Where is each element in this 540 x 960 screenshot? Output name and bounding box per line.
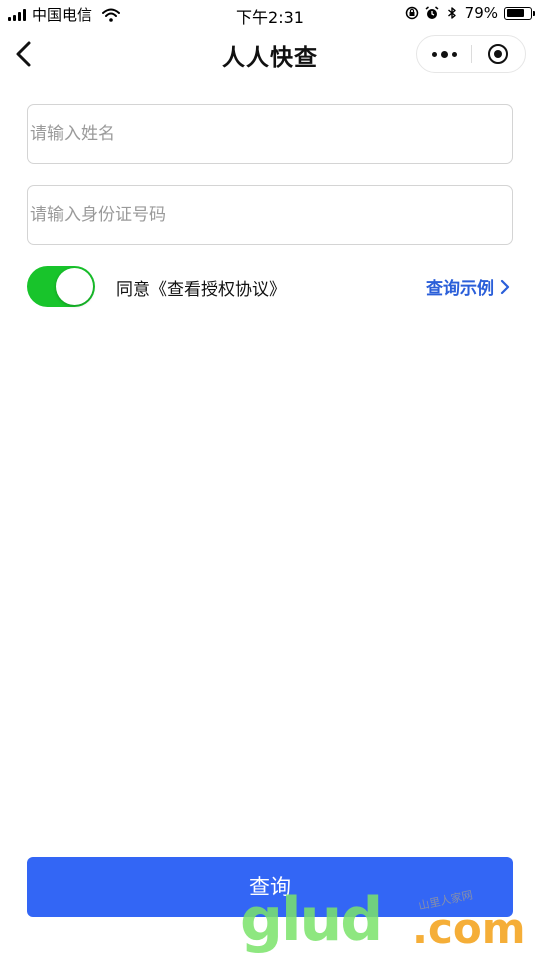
- name-input[interactable]: [27, 104, 513, 164]
- battery-level: [506, 9, 524, 17]
- status-right: 79%: [405, 4, 535, 22]
- bluetooth-icon: [447, 7, 456, 19]
- watermark-logo: glud .com 山里人家网: [240, 885, 530, 956]
- nav-bar: 人人快查: [0, 28, 540, 80]
- mini-program-capsule: [416, 35, 526, 73]
- query-example-link[interactable]: 查询示例: [426, 274, 510, 299]
- watermark-suffix: .com: [412, 904, 526, 953]
- chevron-right-icon: [500, 279, 510, 294]
- battery-icon: [504, 6, 535, 20]
- agree-toggle[interactable]: [27, 266, 95, 307]
- status-bar: 中国电信 下午2:31 79%: [0, 0, 540, 28]
- alarm-icon: [425, 6, 439, 19]
- watermark-main: glud: [240, 885, 383, 955]
- query-example-label: 查询示例: [426, 279, 494, 299]
- more-dots-icon[interactable]: [417, 36, 471, 72]
- toggle-knob: [56, 268, 93, 305]
- lock-rotation-icon: [405, 6, 418, 20]
- agreement-label[interactable]: 同意《查看授权协议》: [116, 275, 286, 300]
- target-circle-icon[interactable]: [471, 36, 525, 72]
- id-number-input[interactable]: [27, 185, 513, 245]
- battery-percent: 79%: [464, 4, 498, 22]
